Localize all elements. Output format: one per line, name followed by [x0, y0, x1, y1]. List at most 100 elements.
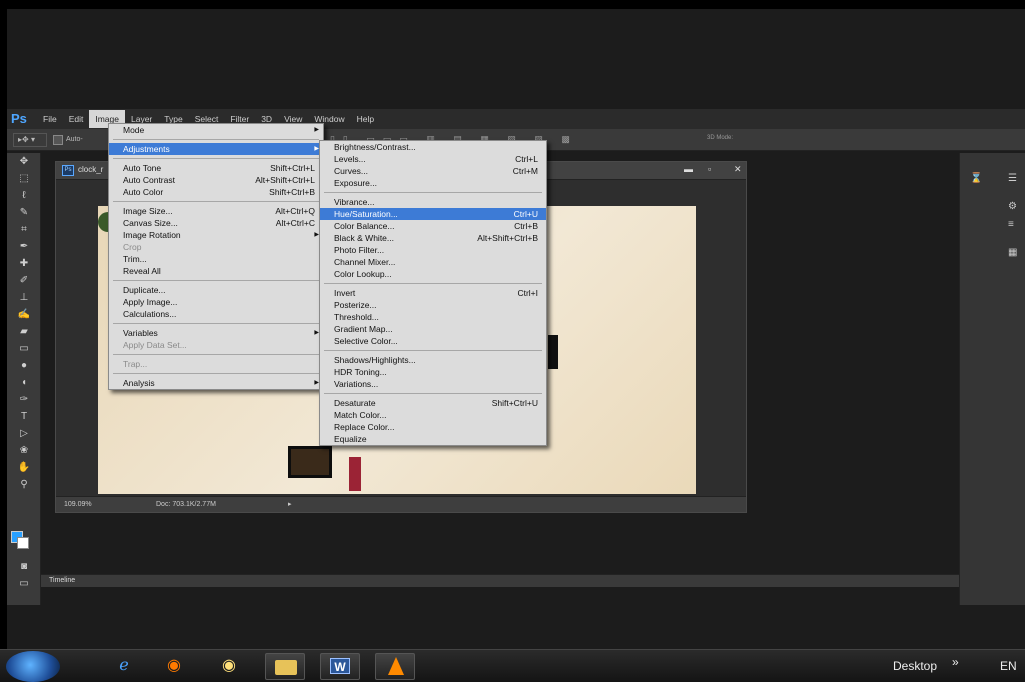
image-menu-item-image-size[interactable]: Image Size... Alt+Ctrl+Q: [109, 205, 323, 217]
image-menu-item-canvas-size[interactable]: Canvas Size... Alt+Ctrl+C: [109, 217, 323, 229]
menu-item-label: Equalize: [334, 434, 367, 444]
document-name: clock_r: [78, 165, 104, 174]
clone-stamp-tool-icon[interactable]: ⊥: [7, 289, 41, 306]
gradient-tool-icon[interactable]: ▭: [7, 340, 41, 357]
adjustments-item-photo-filter[interactable]: Photo Filter...: [320, 244, 546, 256]
menu-item-shortcut: Ctrl+M: [512, 166, 538, 176]
quick-mask-icon[interactable]: ◙: [7, 558, 41, 575]
close-icon[interactable]: ✕: [734, 164, 742, 175]
crop-tool-icon[interactable]: ⌗: [7, 221, 41, 238]
eraser-tool-icon[interactable]: ▰: [7, 323, 41, 340]
history-panel-icon[interactable]: ⌛: [970, 173, 982, 184]
adjustments-item-hdr-toning[interactable]: HDR Toning...: [320, 366, 546, 378]
menu-item-label: Match Color...: [334, 410, 387, 420]
pen-tool-icon[interactable]: ✑: [7, 391, 41, 408]
adjustments-item-gradient-map[interactable]: Gradient Map...: [320, 323, 546, 335]
adjustments-item-shadows-highlights[interactable]: Shadows/Highlights...: [320, 354, 546, 366]
image-menu-item-calculations[interactable]: Calculations...: [109, 308, 323, 320]
quick-select-tool-icon[interactable]: ✎: [7, 204, 41, 221]
menu-item-label: Trap...: [123, 359, 148, 369]
history-brush-tool-icon[interactable]: ✍: [7, 306, 41, 323]
adjustments-item-curves[interactable]: Curves... Ctrl+M: [320, 165, 546, 177]
auto-select-checkbox[interactable]: [53, 134, 63, 145]
zoom-level[interactable]: 109.09%: [64, 501, 92, 508]
adjustments-item-equalize[interactable]: Equalize: [320, 433, 546, 445]
document-size-info[interactable]: Doc: 703.1K/2.77M: [156, 501, 216, 508]
menu-item-label: Brightness/Contrast...: [334, 142, 416, 152]
adjustments-item-posterize[interactable]: Posterize...: [320, 299, 546, 311]
vlc-taskbar-button[interactable]: [375, 653, 415, 680]
image-menu-item-auto-contrast[interactable]: Auto Contrast Alt+Shift+Ctrl+L: [109, 174, 323, 186]
adjustments-item-black-white[interactable]: Black & White... Alt+Shift+Ctrl+B: [320, 232, 546, 244]
styles-panel-icon[interactable]: ≡: [1008, 219, 1014, 230]
adjustments-item-levels[interactable]: Levels... Ctrl+L: [320, 153, 546, 165]
timeline-panel[interactable]: Timeline: [41, 574, 961, 587]
adjustments-item-brightness-contrast[interactable]: Brightness/Contrast...: [320, 141, 546, 153]
image-menu-item-auto-tone[interactable]: Auto Tone Shift+Ctrl+L: [109, 162, 323, 174]
media-player-icon[interactable]: ◉: [217, 656, 241, 676]
image-menu-item-variables[interactable]: Variables ▶: [109, 327, 323, 339]
adjustments-item-channel-mixer[interactable]: Channel Mixer...: [320, 256, 546, 268]
start-button[interactable]: [6, 651, 60, 682]
image-menu-item-mode[interactable]: Mode ▶: [109, 124, 323, 136]
menu-help[interactable]: Help: [351, 110, 380, 128]
menu-item-label: Posterize...: [334, 300, 377, 310]
adjustments-panel-icon[interactable]: ⚙: [1008, 201, 1017, 212]
brush-tool-icon[interactable]: ✐: [7, 272, 41, 289]
image-menu-item-auto-color[interactable]: Auto Color Shift+Ctrl+B: [109, 186, 323, 198]
path-select-tool-icon[interactable]: ▷: [7, 425, 41, 442]
image-menu-item-trim[interactable]: Trim...: [109, 253, 323, 265]
adjustments-item-replace-color[interactable]: Replace Color...: [320, 421, 546, 433]
healing-tool-icon[interactable]: ✚: [7, 255, 41, 272]
menu-edit[interactable]: Edit: [63, 110, 90, 128]
move-tool-icon[interactable]: ✥: [7, 153, 41, 170]
screen-mode-icon[interactable]: ▭: [7, 575, 41, 592]
word-taskbar-button[interactable]: W: [320, 653, 360, 680]
background-color-swatch[interactable]: [17, 537, 29, 549]
adjustments-item-color-balance[interactable]: Color Balance... Ctrl+B: [320, 220, 546, 232]
adjustments-item-selective-color[interactable]: Selective Color...: [320, 335, 546, 347]
image-menu-item-analysis[interactable]: Analysis ▶: [109, 377, 323, 389]
type-tool-icon[interactable]: T: [7, 408, 41, 425]
menu-file[interactable]: File: [37, 110, 63, 128]
image-menu-item-image-rotation[interactable]: Image Rotation ▶: [109, 229, 323, 241]
properties-panel-icon[interactable]: ☰: [1008, 173, 1017, 184]
adjustments-item-exposure[interactable]: Exposure...: [320, 177, 546, 189]
lasso-tool-icon[interactable]: ℓ: [7, 187, 41, 204]
internet-explorer-icon[interactable]: ℯ: [112, 656, 136, 676]
chrome-icon[interactable]: ◉: [162, 656, 186, 676]
adjustments-item-invert[interactable]: Invert Ctrl+I: [320, 287, 546, 299]
menu-item-label: Curves...: [334, 166, 369, 176]
status-menu-arrow-icon[interactable]: ▸: [288, 500, 292, 508]
red-object-image-detail: [349, 457, 361, 491]
adjustments-item-hue-saturation[interactable]: Hue/Saturation... Ctrl+U: [320, 208, 546, 220]
image-menu-item-adjustments[interactable]: Adjustments ▶: [109, 143, 323, 155]
layers-panel-icon[interactable]: ▦: [1008, 247, 1017, 258]
tool-preset-picker[interactable]: ▸✥ ▾: [13, 132, 47, 147]
desktop-toolbar-label[interactable]: Desktop: [893, 659, 937, 673]
eyedropper-tool-icon[interactable]: ✒: [7, 238, 41, 255]
image-menu-dropdown: Mode ▶ Adjustments ▶ Auto Tone Shift+Ctrl+L Au…: [108, 123, 324, 390]
file-explorer-taskbar-button[interactable]: [265, 653, 305, 680]
image-menu-item-apply-image[interactable]: Apply Image...: [109, 296, 323, 308]
menu-item-shortcut: Shift+Ctrl+L: [270, 163, 315, 173]
image-menu-item-duplicate[interactable]: Duplicate...: [109, 284, 323, 296]
marquee-tool-icon[interactable]: ⬚: [7, 170, 41, 187]
zoom-tool-icon[interactable]: ⚲: [7, 476, 41, 493]
blur-tool-icon[interactable]: ●: [7, 357, 41, 374]
image-menu-item-reveal-all[interactable]: Reveal All: [109, 265, 323, 277]
maximize-icon[interactable]: ▫: [708, 164, 711, 174]
adjustments-item-vibrance[interactable]: Vibrance...: [320, 196, 546, 208]
dodge-tool-icon[interactable]: ◖: [7, 374, 41, 391]
adjustments-item-threshold[interactable]: Threshold...: [320, 311, 546, 323]
desktop-expand-icon[interactable]: »: [952, 655, 959, 669]
adjustments-item-desaturate[interactable]: Desaturate Shift+Ctrl+U: [320, 397, 546, 409]
adjustments-item-match-color[interactable]: Match Color...: [320, 409, 546, 421]
minimize-icon[interactable]: ▬: [684, 164, 693, 174]
language-indicator[interactable]: EN: [1000, 659, 1017, 673]
hand-tool-icon[interactable]: ✋: [7, 459, 41, 476]
adjustments-item-variations[interactable]: Variations...: [320, 378, 546, 390]
menu-item-label: Gradient Map...: [334, 324, 393, 334]
shape-tool-icon[interactable]: ❀: [7, 442, 41, 459]
adjustments-item-color-lookup[interactable]: Color Lookup...: [320, 268, 546, 280]
